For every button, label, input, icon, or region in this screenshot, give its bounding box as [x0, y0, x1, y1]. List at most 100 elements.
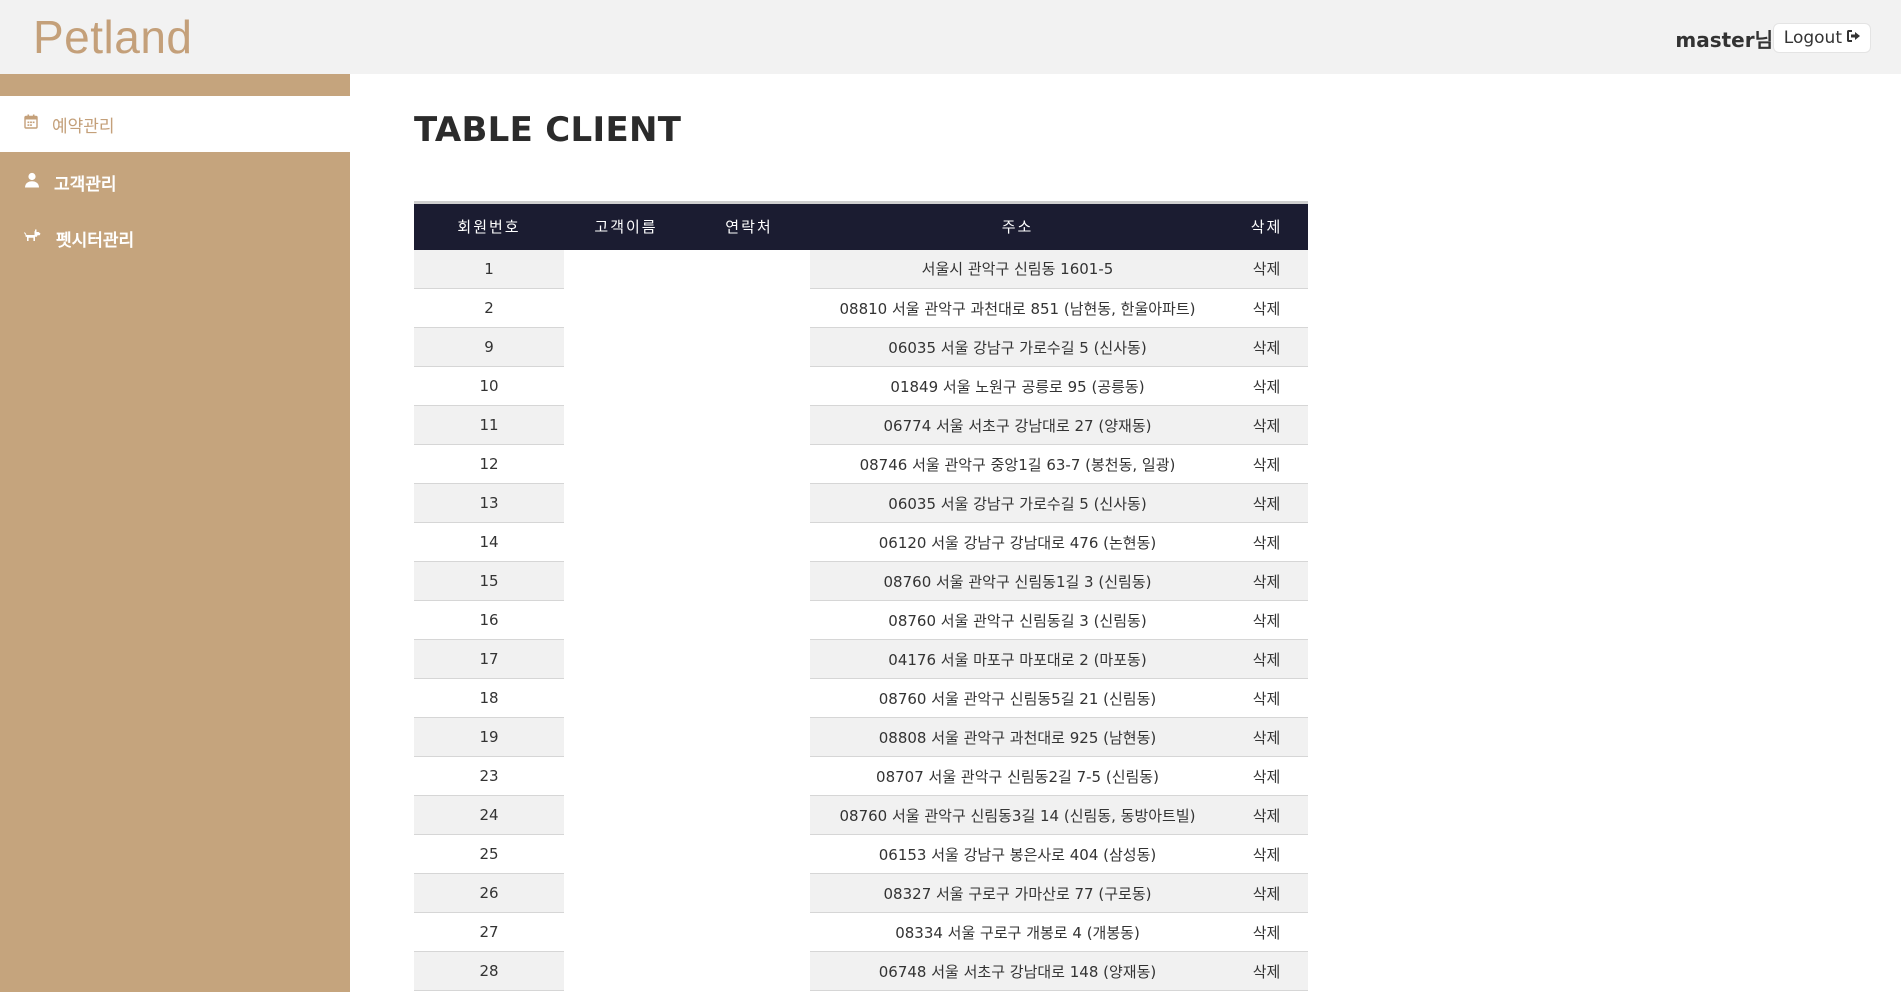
delete-button[interactable]: 삭제: [1225, 795, 1308, 835]
client-id-cell: 12: [414, 444, 564, 484]
table-row: 24 08760 서울 관악구 신림동3길 14 (신림동, 동방아트빌) 삭제: [414, 795, 1308, 835]
client-name-cell: [564, 483, 688, 523]
logout-label: Logout: [1783, 28, 1842, 48]
delete-button[interactable]: 삭제: [1225, 834, 1308, 874]
client-address-cell: 08334 서울 구로구 개봉로 4 (개봉동): [810, 912, 1225, 952]
delete-button[interactable]: 삭제: [1225, 717, 1308, 757]
delete-button[interactable]: 삭제: [1225, 366, 1308, 406]
client-phone-cell: [688, 717, 810, 757]
client-name-cell: [564, 366, 688, 406]
delete-button[interactable]: 삭제: [1225, 912, 1308, 952]
client-name-cell: [564, 600, 688, 640]
client-table: 회원번호 고객이름 연락처 주소 삭제 1 서울시 관악구 신림동 1601-5 삭…: [414, 201, 1308, 991]
table-row: 19 08808 서울 관악구 과천대로 925 (남현동) 삭제: [414, 717, 1308, 757]
client-address-cell: 06035 서울 강남구 가로수길 5 (신사동): [810, 327, 1225, 367]
delete-button[interactable]: 삭제: [1225, 561, 1308, 601]
sidebar-item-label: 고객관리: [54, 174, 117, 195]
sidebar-item-petsitters[interactable]: 펫시터관리: [0, 210, 350, 266]
table-row: 17 04176 서울 마포구 마포대로 2 (마포동) 삭제: [414, 639, 1308, 679]
delete-button[interactable]: 삭제: [1225, 405, 1308, 445]
client-id-cell: 9: [414, 327, 564, 367]
client-id-cell: 15: [414, 561, 564, 601]
delete-button[interactable]: 삭제: [1225, 600, 1308, 640]
client-name-cell: [564, 639, 688, 679]
client-name-cell: [564, 795, 688, 835]
table-row: 10 01849 서울 노원구 공릉로 95 (공릉동) 삭제: [414, 366, 1308, 406]
user-greeting: master님: [1675, 28, 1773, 52]
brand-logo[interactable]: Petland: [33, 10, 193, 64]
client-phone-cell: [688, 873, 810, 913]
client-address-cell: 06774 서울 서초구 강남대로 27 (양재동): [810, 405, 1225, 445]
sidebar: 예약관리 고객관리 펫시터관리: [0, 74, 350, 992]
client-address-cell: 08760 서울 관악구 신림동길 3 (신림동): [810, 600, 1225, 640]
logout-button[interactable]: Logout: [1772, 23, 1871, 53]
table-header: 회원번호 고객이름 연락처 주소 삭제: [414, 202, 1308, 250]
table-row: 14 06120 서울 강남구 강남대로 476 (논현동) 삭제: [414, 522, 1308, 562]
delete-button[interactable]: 삭제: [1225, 522, 1308, 562]
client-address-cell: 06120 서울 강남구 강남대로 476 (논현동): [810, 522, 1225, 562]
delete-button[interactable]: 삭제: [1225, 873, 1308, 913]
client-address-cell: 08707 서울 관악구 신림동2길 7-5 (신림동): [810, 756, 1225, 796]
client-id-cell: 24: [414, 795, 564, 835]
client-phone-cell: [688, 639, 810, 679]
client-phone-cell: [688, 249, 810, 289]
delete-button[interactable]: 삭제: [1225, 327, 1308, 367]
table-row: 16 08760 서울 관악구 신림동길 3 (신림동) 삭제: [414, 600, 1308, 640]
client-id-cell: 11: [414, 405, 564, 445]
table-row: 23 08707 서울 관악구 신림동2길 7-5 (신림동) 삭제: [414, 756, 1308, 796]
client-address-cell: 08810 서울 관악구 과천대로 851 (남현동, 한울아파트): [810, 288, 1225, 328]
client-name-cell: [564, 912, 688, 952]
delete-button[interactable]: 삭제: [1225, 444, 1308, 484]
client-name-cell: [564, 951, 688, 991]
client-id-cell: 10: [414, 366, 564, 406]
sidebar-item-reservations[interactable]: 예약관리: [0, 96, 350, 152]
table-body: 1 서울시 관악구 신림동 1601-5 삭제 2 08810 서울 관악구 과천대로 …: [414, 249, 1308, 991]
table-row: 9 06035 서울 강남구 가로수길 5 (신사동) 삭제: [414, 327, 1308, 367]
client-phone-cell: [688, 795, 810, 835]
delete-button[interactable]: 삭제: [1225, 483, 1308, 523]
client-name-cell: [564, 522, 688, 562]
delete-button[interactable]: 삭제: [1225, 639, 1308, 679]
client-name-cell: [564, 327, 688, 367]
client-name-cell: [564, 249, 688, 289]
client-id-cell: 28: [414, 951, 564, 991]
calendar-icon: [24, 114, 38, 134]
client-phone-cell: [688, 951, 810, 991]
table-row: 26 08327 서울 구로구 가마산로 77 (구로동) 삭제: [414, 873, 1308, 913]
client-id-cell: 19: [414, 717, 564, 757]
client-name-cell: [564, 561, 688, 601]
sidebar-item-customers[interactable]: 고객관리: [0, 154, 350, 210]
client-phone-cell: [688, 912, 810, 952]
client-phone-cell: [688, 366, 810, 406]
client-id-cell: 2: [414, 288, 564, 328]
client-name-cell: [564, 288, 688, 328]
table-row: 1 서울시 관악구 신림동 1601-5 삭제: [414, 249, 1308, 289]
table-row: 25 06153 서울 강남구 봉은사로 404 (삼성동) 삭제: [414, 834, 1308, 874]
client-address-cell: 08760 서울 관악구 신림동5길 21 (신림동): [810, 678, 1225, 718]
sidebar-item-label: 펫시터관리: [56, 230, 135, 251]
client-name-cell: [564, 678, 688, 718]
client-name-cell: [564, 834, 688, 874]
client-id-cell: 13: [414, 483, 564, 523]
delete-button[interactable]: 삭제: [1225, 678, 1308, 718]
client-id-cell: 14: [414, 522, 564, 562]
client-name-cell: [564, 405, 688, 445]
column-header-name: 고객이름: [564, 202, 688, 250]
table-row: 28 06748 서울 서초구 강남대로 148 (양재동) 삭제: [414, 951, 1308, 991]
delete-button[interactable]: 삭제: [1225, 951, 1308, 991]
column-header-delete: 삭제: [1225, 202, 1308, 250]
table-row: 11 06774 서울 서초구 강남대로 27 (양재동) 삭제: [414, 405, 1308, 445]
client-phone-cell: [688, 483, 810, 523]
client-address-cell: 06153 서울 강남구 봉은사로 404 (삼성동): [810, 834, 1225, 874]
client-id-cell: 25: [414, 834, 564, 874]
client-address-cell: 06748 서울 서초구 강남대로 148 (양재동): [810, 951, 1225, 991]
client-id-cell: 23: [414, 756, 564, 796]
delete-button[interactable]: 삭제: [1225, 288, 1308, 328]
table-row: 12 08746 서울 관악구 중앙1길 63-7 (봉천동, 일광) 삭제: [414, 444, 1308, 484]
delete-button[interactable]: 삭제: [1225, 756, 1308, 796]
column-header-phone: 연락처: [688, 202, 810, 250]
client-phone-cell: [688, 405, 810, 445]
delete-button[interactable]: 삭제: [1225, 249, 1308, 289]
client-id-cell: 1: [414, 249, 564, 289]
client-address-cell: 08746 서울 관악구 중앙1길 63-7 (봉천동, 일광): [810, 444, 1225, 484]
